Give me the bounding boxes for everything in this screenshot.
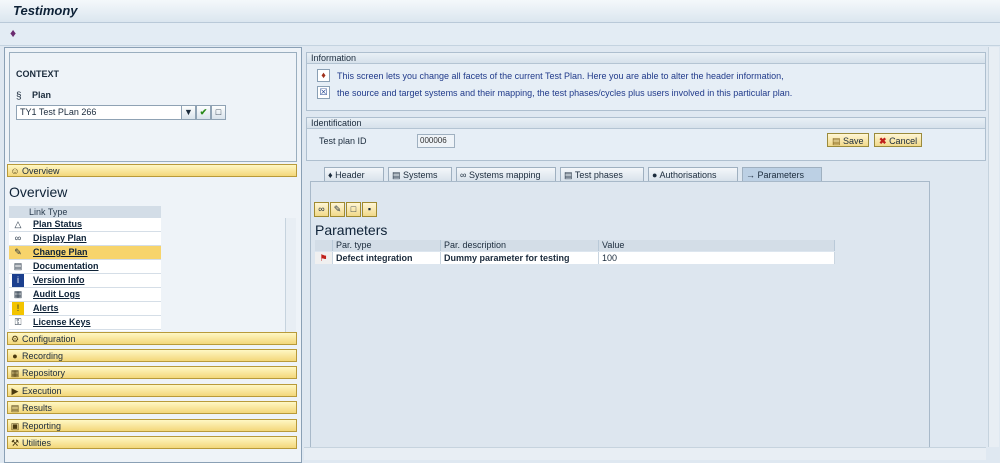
link-row[interactable]: ▤ Documentation [9, 260, 161, 274]
delete-trash-icon[interactable]: ▪ [362, 202, 377, 217]
app-title: Testimony [13, 3, 78, 18]
new-document-icon[interactable]: □ [211, 105, 226, 120]
audit-icon: ▦ [13, 289, 23, 299]
right-panel: Information ♦ This screen lets you chang… [304, 47, 986, 461]
execution-icon: ▶ [11, 386, 19, 396]
app-menu-icon[interactable]: ♦ [10, 27, 24, 39]
cancel-icon: ✖ [879, 136, 887, 146]
save-icon: ▤ [832, 136, 841, 146]
info-line-1: This screen lets you change all facets o… [337, 71, 784, 81]
link-row[interactable]: ⚿ License Keys [9, 316, 161, 330]
phases-tab-icon: ▤ [564, 170, 573, 180]
tab-systems[interactable]: ▤ Systems [388, 167, 452, 181]
display-icon[interactable]: ∞ [314, 202, 329, 217]
link-type-header: Link Type [9, 206, 161, 218]
parameters-tab-icon: → [746, 170, 755, 180]
reporting-bar[interactable]: ▣ Reporting [7, 419, 297, 432]
vertical-scrollbar[interactable] [988, 47, 999, 447]
column-header: Par. type [333, 240, 441, 251]
link-row-selected[interactable]: ✎ Change Plan [9, 246, 161, 260]
plan-icon: § [16, 91, 22, 102]
plan-id-input[interactable]: 000006 [417, 134, 455, 148]
plan-id-label: Test plan ID [319, 136, 367, 146]
overview-bar[interactable]: ☺ Overview [7, 164, 297, 177]
row-selector-header [315, 240, 333, 251]
tab-parameters[interactable]: → Parameters [742, 167, 822, 181]
main-toolbar: ♦ [0, 23, 1000, 46]
identification-section: Identification Test plan ID ▤ Save ✖ Can… [306, 117, 986, 161]
confirm-check-icon[interactable]: ✔ [196, 105, 211, 120]
glasses-icon: ∞ [14, 233, 22, 243]
tab-test-phases[interactable]: ▤ Test phases [560, 167, 644, 181]
identification-title: Identification [307, 118, 985, 129]
overview-heading: Overview [9, 184, 68, 200]
column-header: Par. description [441, 240, 599, 251]
info-box-icon: ☒ [317, 86, 330, 99]
tab-authorisations[interactable]: ● Authorisations [648, 167, 738, 181]
results-icon: ▤ [10, 403, 20, 413]
status-icon: △ [14, 219, 22, 229]
config-icon: ⚙ [10, 334, 20, 344]
dropdown-arrow-icon[interactable]: ▼ [181, 105, 196, 120]
cancel-button[interactable]: ✖ Cancel [874, 133, 923, 147]
information-section: Information ♦ This screen lets you chang… [306, 52, 986, 111]
plan-label: Plan [32, 90, 52, 100]
create-document-icon[interactable]: □ [346, 202, 361, 217]
tab-header[interactable]: ♦ Header [324, 167, 384, 181]
title-bar: Testimony [0, 0, 1000, 23]
repository-icon: ▦ [10, 368, 20, 378]
key-icon: ⚿ [14, 317, 22, 327]
utilities-bar[interactable]: ⚒ Utilities [7, 436, 297, 449]
link-row[interactable]: i Version Info [9, 274, 161, 288]
link-row[interactable]: ▦ Audit Logs [9, 288, 161, 302]
pencil-icon: ✎ [14, 247, 22, 257]
parameters-tab-content: ∞ ✎ □ ▪ Parameters Par. type Par. descri… [310, 181, 930, 449]
left-panel: CONTEXT § Plan TY1 Test PLan 266 ▼ ✔ □ ☺… [4, 47, 302, 463]
link-row[interactable]: ! Alerts [9, 302, 161, 316]
table-cell[interactable]: Dummy parameter for testing [441, 252, 599, 264]
execution-bar[interactable]: ▶ Execution [7, 384, 297, 397]
context-box: CONTEXT § Plan TY1 Test PLan 266 ▼ ✔ □ [9, 52, 297, 162]
info-book-icon: ♦ [317, 69, 330, 82]
save-button[interactable]: ▤ Save [827, 133, 869, 147]
reporting-icon: ▣ [10, 421, 20, 431]
header-tab-icon: ♦ [328, 170, 333, 180]
results-bar[interactable]: ▤ Results [7, 401, 297, 414]
column-header: Value [599, 240, 835, 251]
edit-pencil-icon[interactable]: ✎ [330, 202, 345, 217]
repository-bar[interactable]: ▦ Repository [7, 366, 297, 379]
auth-tab-icon: ● [652, 170, 658, 180]
alert-icon: ! [12, 302, 24, 315]
recording-icon: ● [12, 351, 18, 361]
systems-tab-icon: ▤ [392, 170, 401, 180]
recording-bar[interactable]: ● Recording [7, 349, 297, 362]
plan-select[interactable]: TY1 Test PLan 266 [16, 105, 183, 120]
utilities-icon: ⚒ [10, 438, 20, 448]
link-row[interactable]: △ Plan Status [9, 218, 161, 232]
doc-icon: ▤ [13, 261, 23, 271]
parameters-toolbar: ∞ ✎ □ ▪ [311, 198, 929, 218]
mapping-tab-icon: ∞ [460, 170, 467, 180]
configuration-bar[interactable]: ⚙ Configuration [7, 332, 297, 345]
link-row[interactable]: ∞ Display Plan [9, 232, 161, 246]
table-cell[interactable]: Defect integration [333, 252, 441, 264]
context-heading: CONTEXT [16, 69, 60, 79]
info-icon: i [12, 274, 24, 287]
link-type-table: Link Type △ Plan Status ∞ Display Plan ✎ Ch… [9, 206, 161, 331]
horizontal-scrollbar[interactable] [304, 447, 986, 460]
link-table-scrollbar[interactable] [285, 218, 296, 332]
info-line-2: the source and target systems and their … [337, 88, 793, 98]
tab-systems-mapping[interactable]: ∞ Systems mapping [456, 167, 556, 181]
table-cell[interactable]: 100 [599, 252, 835, 264]
flag-icon[interactable]: ⚑ [315, 252, 333, 264]
information-title: Information [307, 53, 985, 64]
overview-icon: ☺ [10, 166, 20, 176]
parameters-title: Parameters [315, 222, 388, 238]
